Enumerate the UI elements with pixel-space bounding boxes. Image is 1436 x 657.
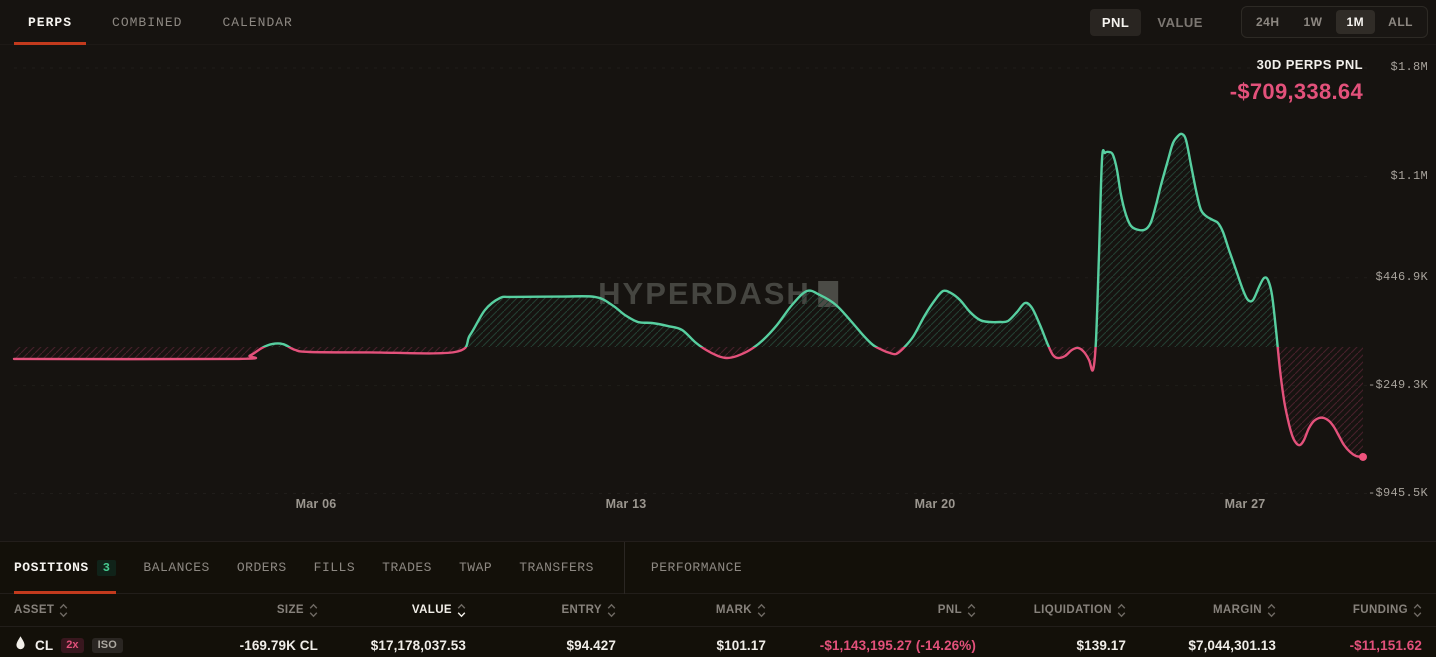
cell-liquidation: $139.17: [976, 638, 1126, 653]
pnl-summary: 30D PERPS PNL -$709,338.64: [1230, 57, 1363, 105]
sort-icon: [1267, 603, 1276, 618]
chart-controls: PNLVALUE 24H1W1MALL: [1090, 6, 1428, 38]
sort-icon: [457, 603, 466, 618]
range-1m-button[interactable]: 1M: [1336, 10, 1376, 34]
column-header-label: VALUE: [412, 604, 452, 616]
range-all-button[interactable]: ALL: [1377, 10, 1424, 34]
range-24h-button[interactable]: 24H: [1245, 10, 1291, 34]
cell-pnl: -$1,143,195.27 (-14.26%): [766, 638, 976, 653]
column-header-label: MARGIN: [1213, 604, 1262, 616]
column-header-liquidation[interactable]: LIQUIDATION: [976, 603, 1126, 618]
column-header-funding[interactable]: FUNDING: [1276, 603, 1422, 618]
column-header-label: PNL: [938, 604, 962, 616]
time-range-group: 24H1W1MALL: [1241, 6, 1428, 38]
cell-value: $17,178,037.53: [318, 638, 466, 653]
sort-icon: [1117, 603, 1126, 618]
pnl-chart: HYPERDASH $1.8M$1.1M$446.9K-$249.3K-$945…: [0, 45, 1436, 542]
oil-droplet-icon: [14, 635, 27, 652]
sort-icon: [1413, 603, 1422, 618]
asset-symbol: CL: [35, 638, 53, 653]
top-bar: PERPS COMBINED CALENDAR PNLVALUE 24H1W1MAL…: [0, 0, 1436, 45]
asset-cell: CL 2x ISO: [14, 635, 190, 655]
column-header-margin[interactable]: MARGIN: [1126, 603, 1276, 618]
column-header-label: LIQUIDATION: [1034, 604, 1112, 616]
column-header-pnl[interactable]: PNL: [766, 603, 976, 618]
margin-mode-badge: ISO: [92, 638, 123, 653]
cell-entry: $94.427: [466, 638, 616, 653]
panel-tab-label: ORDERS: [237, 560, 287, 575]
panel-tab-positions[interactable]: POSITIONS 3: [14, 542, 116, 594]
column-header-value[interactable]: VALUE: [318, 603, 466, 618]
tab-calendar[interactable]: CALENDAR: [208, 0, 306, 45]
sort-icon: [607, 603, 616, 618]
panel-tab-label: TWAP: [459, 560, 492, 575]
pnl-chart-svg: [0, 45, 1436, 542]
tab-combined[interactable]: COMBINED: [98, 0, 196, 45]
positions-panel: POSITIONS 3 BALANCES ORDERS FILLS TRADES TWAP T…: [0, 542, 1436, 657]
hyperdash-trading-dashboard: { "theme": { "accent": "#c23a1d", "posit…: [0, 0, 1436, 657]
panel-tab-label: BALANCES: [143, 560, 209, 575]
pnl-positive-region: [14, 134, 1363, 457]
panel-tab-performance[interactable]: PERFORMANCE: [624, 542, 742, 594]
metric-pnl-button[interactable]: PNL: [1090, 9, 1142, 36]
column-header-size[interactable]: SIZE: [190, 603, 318, 618]
pnl-summary-title: 30D PERPS PNL: [1230, 57, 1363, 72]
oil-droplet-icon: [14, 635, 27, 655]
column-header-entry[interactable]: ENTRY: [466, 603, 616, 618]
panel-tab-trades[interactable]: TRADES: [382, 542, 432, 594]
range-1w-button[interactable]: 1W: [1293, 10, 1334, 34]
panel-tab-fills[interactable]: FILLS: [314, 542, 356, 594]
panel-tab-label: TRANSFERS: [519, 560, 594, 575]
panel-tab-orders[interactable]: ORDERS: [237, 542, 287, 594]
sort-icon: [967, 603, 976, 618]
sort-icon: [757, 603, 766, 618]
positions-table-header: ASSET SIZE VALUE ENTRY MARK PNL LIQUIDATION MAR…: [0, 594, 1436, 627]
leverage-badge: 2x: [61, 638, 83, 653]
panel-tab-balances[interactable]: BALANCES: [143, 542, 209, 594]
column-header-label: MARK: [716, 604, 752, 616]
cell-margin: $7,044,301.13: [1126, 638, 1276, 653]
pnl-summary-value: -$709,338.64: [1230, 79, 1363, 105]
cell-size: -169.79K CL: [190, 638, 318, 653]
panel-tab-transfers[interactable]: TRANSFERS: [519, 542, 594, 594]
panel-tab-twap[interactable]: TWAP: [459, 542, 492, 594]
tab-perps[interactable]: PERPS: [14, 0, 86, 45]
panel-tab-label: FILLS: [314, 560, 356, 575]
cell-mark: $101.17: [616, 638, 766, 653]
sort-icon: [309, 603, 318, 618]
column-header-asset[interactable]: ASSET: [14, 603, 190, 618]
panel-tab-label: POSITIONS: [14, 560, 89, 575]
table-row[interactable]: CL2xISO-169.79K CL$17,178,037.53$94.427$…: [0, 627, 1436, 657]
column-header-label: FUNDING: [1353, 604, 1408, 616]
column-header-label: ASSET: [14, 604, 54, 616]
column-header-mark[interactable]: MARK: [616, 603, 766, 618]
cell-funding: -$11,151.62: [1276, 638, 1422, 653]
metric-toggle: PNLVALUE: [1090, 9, 1215, 36]
positions-count-badge: 3: [97, 560, 117, 576]
column-header-label: SIZE: [277, 604, 304, 616]
column-header-label: ENTRY: [561, 604, 602, 616]
panel-tab-label: TRADES: [382, 560, 432, 575]
sort-icon: [59, 603, 68, 618]
panel-tab-label: PERFORMANCE: [651, 560, 742, 575]
view-tabs: PERPS COMBINED CALENDAR: [0, 0, 319, 45]
panel-tabs: POSITIONS 3 BALANCES ORDERS FILLS TRADES TWAP T…: [0, 542, 1436, 594]
metric-value-button[interactable]: VALUE: [1145, 9, 1215, 36]
line-endpoint-dot: [1359, 453, 1367, 461]
